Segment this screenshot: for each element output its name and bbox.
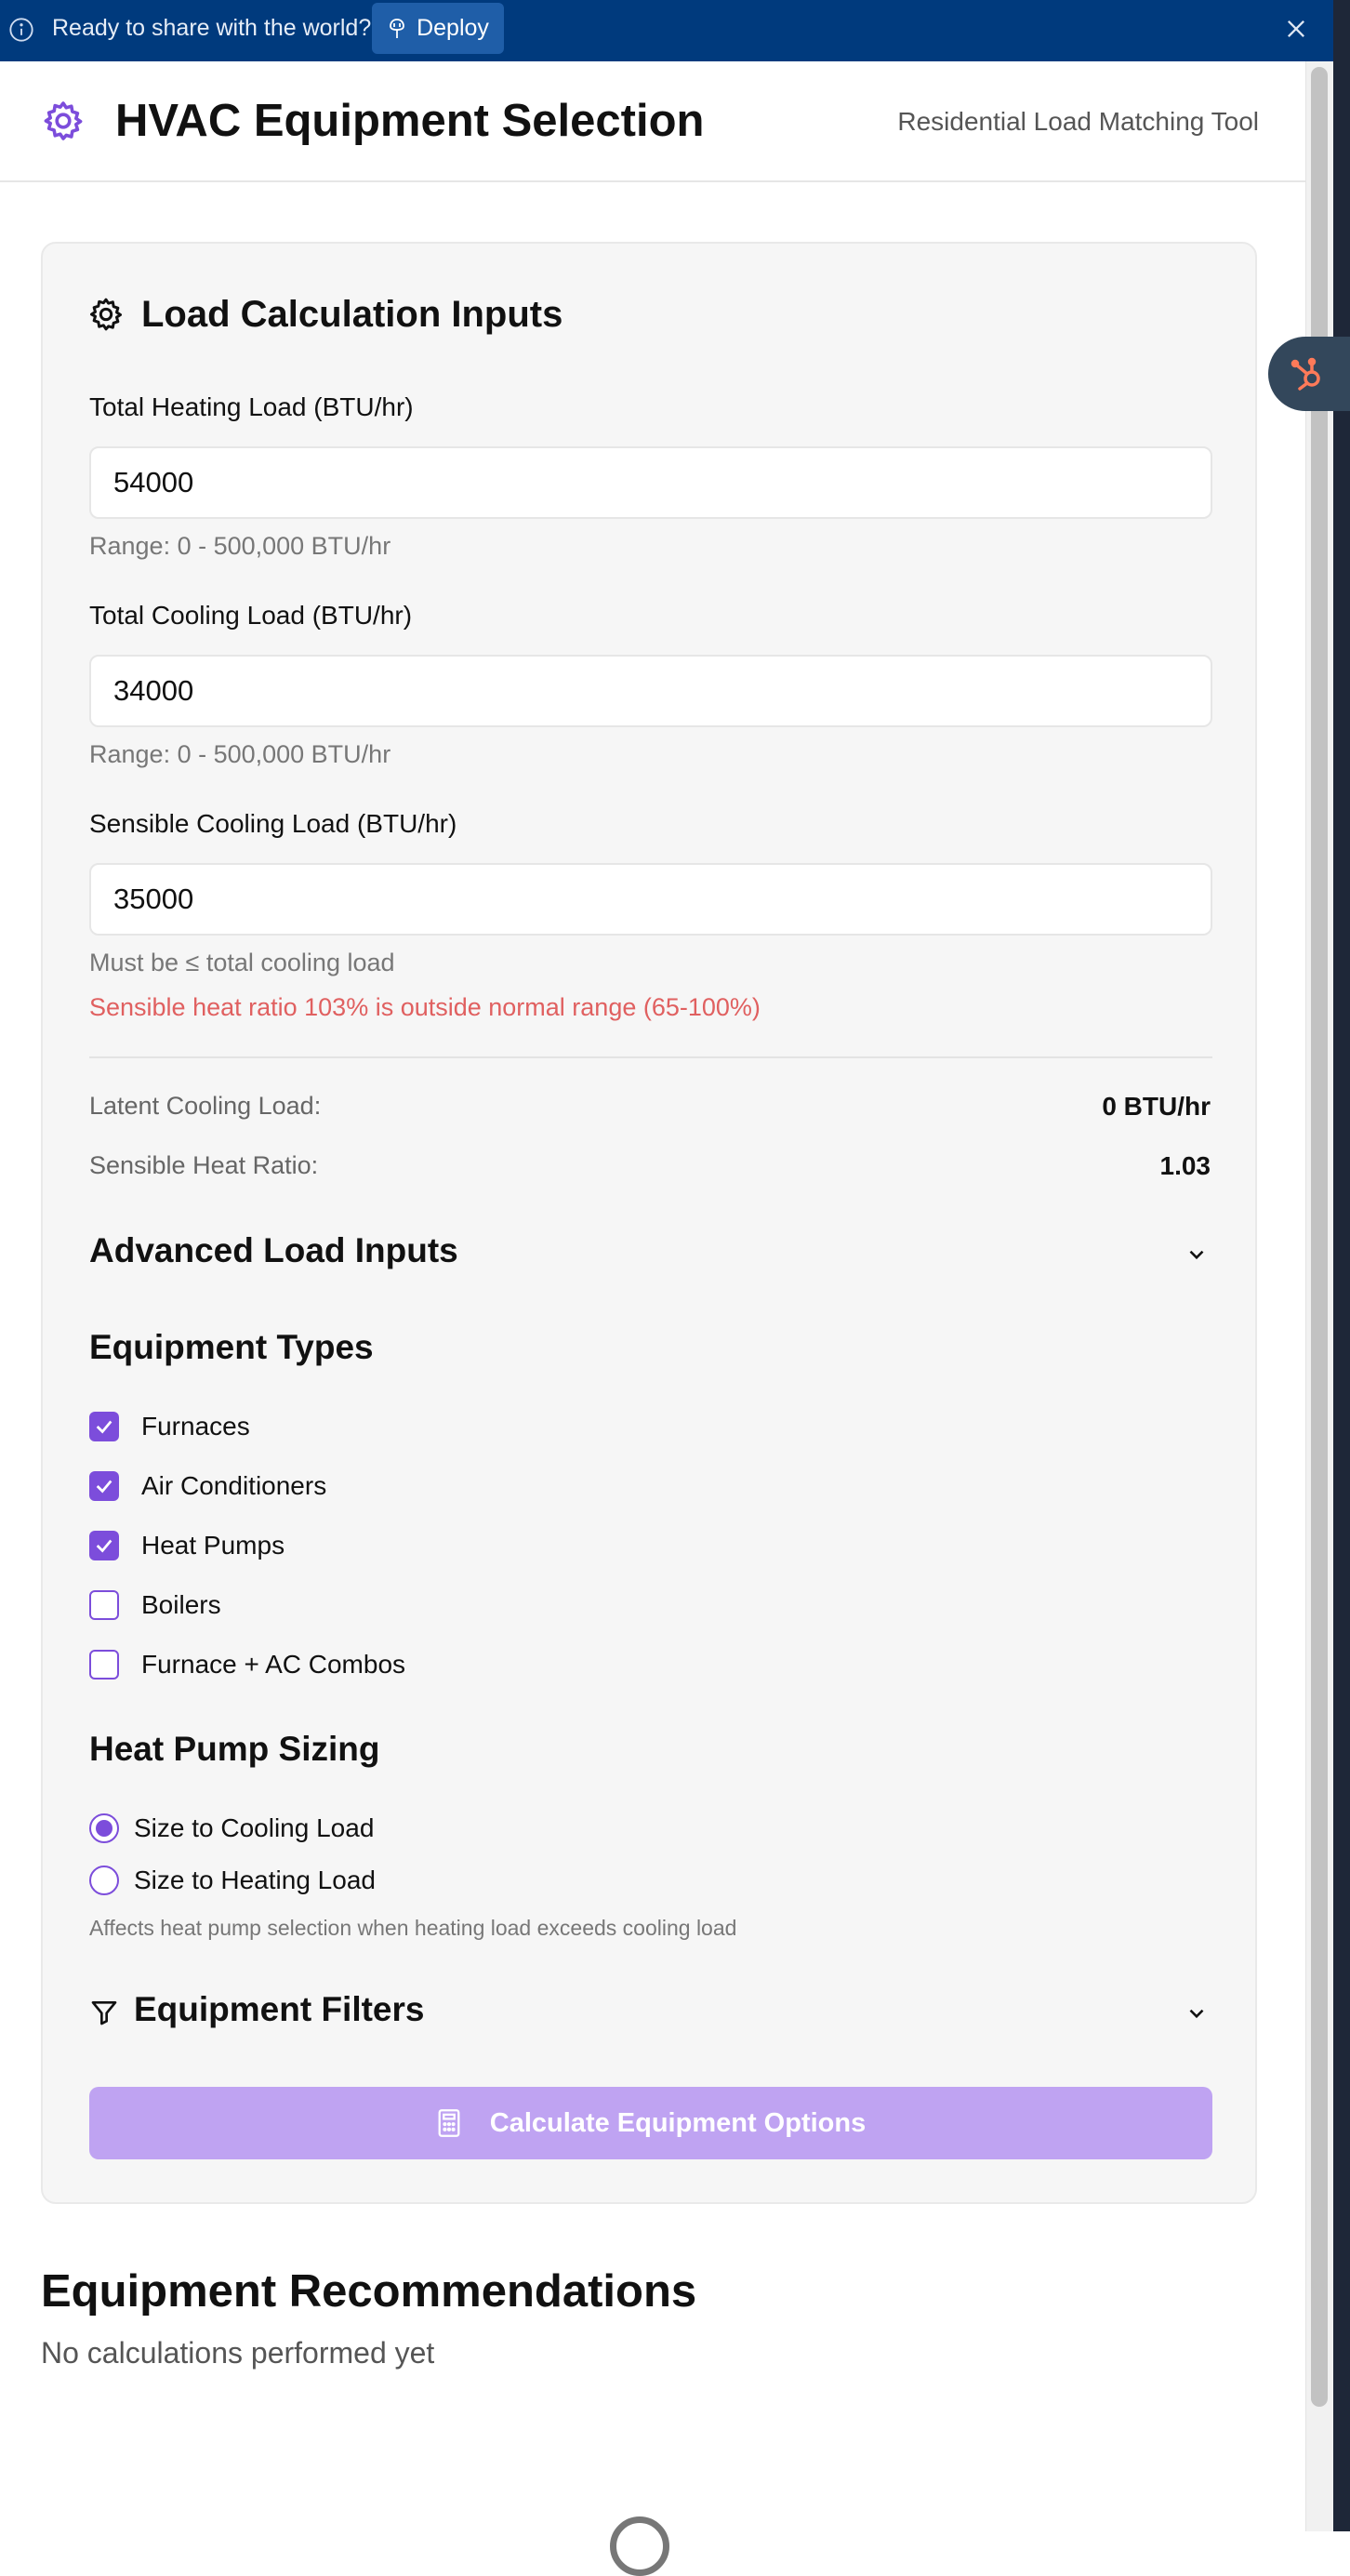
page-subtitle: Residential Load Matching Tool	[897, 107, 1259, 136]
checkbox-furnace-ac-combos[interactable]: Furnace + AC Combos	[89, 1648, 405, 1681]
sensible-load-error: Sensible heat ratio 103% is outside norm…	[89, 993, 761, 1021]
shr-value: 1.03	[1159, 1151, 1211, 1180]
radio-unselected[interactable]	[89, 1866, 119, 1895]
heat-pump-sizing-hint: Affects heat pump selection when heating…	[89, 1916, 737, 1940]
checkbox-checked[interactable]	[89, 1531, 119, 1560]
heat-pump-sizing-title: Heat Pump Sizing	[89, 1730, 380, 1768]
heating-load-label: Total Heating Load (BTU/hr)	[89, 392, 414, 421]
advanced-inputs-toggle[interactable]: Advanced Load Inputs	[89, 1231, 1212, 1278]
checkbox-unchecked[interactable]	[89, 1590, 119, 1620]
filter-icon	[91, 2001, 117, 2025]
divider	[89, 1056, 1212, 1058]
shr-label: Sensible Heat Ratio:	[89, 1151, 319, 1179]
equipment-filters-title: Equipment Filters	[134, 1990, 425, 2028]
equipment-filters-toggle[interactable]: Equipment Filters	[89, 1990, 1212, 2037]
sensible-load-label: Sensible Cooling Load (BTU/hr)	[89, 809, 457, 838]
hubspot-icon	[1290, 357, 1320, 391]
chevron-down-icon	[1189, 2009, 1204, 2019]
checkbox-heat-pumps[interactable]: Heat Pumps	[89, 1529, 285, 1562]
cooling-load-hint: Range: 0 - 500,000 BTU/hr	[89, 740, 391, 768]
close-icon[interactable]	[1283, 16, 1309, 42]
info-icon	[9, 18, 33, 42]
deploy-button[interactable]: Deploy	[372, 3, 504, 54]
radio-label: Size to Cooling Load	[134, 1813, 375, 1842]
check-icon	[96, 1420, 112, 1434]
scrollbar-thumb[interactable]	[1311, 67, 1328, 2407]
deploy-label: Deploy	[417, 15, 489, 41]
recommendations-empty-text: No calculations performed yet	[41, 2336, 435, 2370]
radio-selected[interactable]	[89, 1813, 119, 1843]
heating-load-input[interactable]: 54000	[89, 446, 1212, 519]
cooling-load-label: Total Cooling Load (BTU/hr)	[89, 601, 413, 630]
banner-text: Ready to share with the world?	[52, 15, 372, 41]
checkbox-label: Heat Pumps	[141, 1531, 285, 1560]
checkbox-furnaces[interactable]: Furnaces	[89, 1410, 250, 1443]
deploy-banner: Ready to share with the world? Deploy	[0, 0, 1350, 61]
checkbox-checked[interactable]	[89, 1412, 119, 1441]
checkbox-checked[interactable]	[89, 1471, 119, 1501]
sensible-load-input[interactable]: 35000	[89, 863, 1212, 936]
latent-load-value: 0 BTU/hr	[1102, 1092, 1211, 1121]
radio-size-to-cooling[interactable]: Size to Cooling Load	[89, 1812, 374, 1845]
recommendations-title: Equipment Recommendations	[41, 2266, 697, 2317]
checkbox-label: Boilers	[141, 1590, 221, 1619]
hubspot-widget-button[interactable]	[1268, 337, 1350, 411]
calculate-label: Calculate Equipment Options	[489, 2107, 867, 2138]
checkbox-label: Furnace + AC Combos	[141, 1650, 406, 1679]
checkbox-label: Furnaces	[141, 1412, 250, 1441]
latent-load-label: Latent Cooling Load:	[89, 1092, 322, 1120]
gear-icon	[44, 101, 83, 140]
load-inputs-card: Load Calculation Inputs Total Heating Lo…	[41, 242, 1257, 2204]
advanced-inputs-title: Advanced Load Inputs	[89, 1231, 458, 1269]
check-icon	[96, 1539, 112, 1553]
calculate-button[interactable]: Calculate Equipment Options	[89, 2087, 1212, 2159]
calculator-icon	[438, 2109, 460, 2137]
deploy-icon	[390, 18, 404, 38]
page-header: HVAC Equipment Selection Residential Loa…	[0, 61, 1305, 182]
checkbox-air-conditioners[interactable]: Air Conditioners	[89, 1469, 326, 1503]
checkbox-unchecked[interactable]	[89, 1650, 119, 1680]
radio-label: Size to Heating Load	[134, 1866, 376, 1894]
gear-icon	[90, 298, 122, 331]
checkbox-boilers[interactable]: Boilers	[89, 1588, 221, 1622]
chevron-down-icon	[1189, 1250, 1204, 1260]
radio-size-to-heating[interactable]: Size to Heating Load	[89, 1864, 376, 1897]
checkbox-label: Air Conditioners	[141, 1471, 327, 1500]
loading-spinner	[610, 2516, 669, 2576]
check-icon	[96, 1480, 112, 1494]
heating-load-hint: Range: 0 - 500,000 BTU/hr	[89, 532, 391, 560]
card-title: Load Calculation Inputs	[141, 294, 563, 335]
cooling-load-input[interactable]: 34000	[89, 655, 1212, 727]
equipment-types-title: Equipment Types	[89, 1328, 374, 1366]
sensible-load-hint: Must be ≤ total cooling load	[89, 949, 395, 976]
page-title: HVAC Equipment Selection	[115, 96, 705, 146]
